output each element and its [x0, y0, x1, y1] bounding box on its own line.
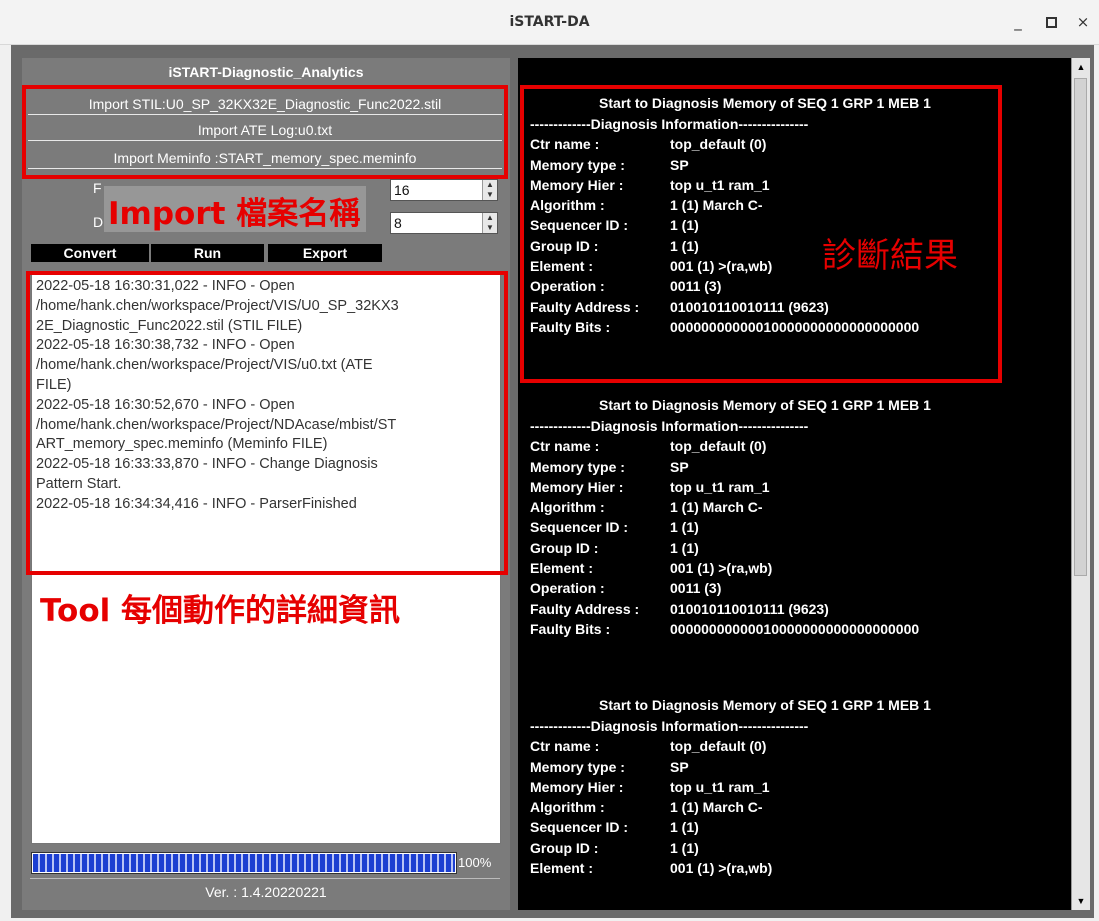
field-label-2: D [93, 214, 104, 230]
result-row: Element : 001 (1) >(ra,wb) [530, 558, 1000, 578]
result-row: Group ID : 1 (1) [530, 838, 1000, 858]
progress-bar [31, 852, 457, 874]
result-row: Operation : 0011 (3) [530, 578, 1000, 598]
result-row: Algorithm : 1 (1) March C- [530, 797, 1000, 817]
result-row: Element : 001 (1) >(ra,wb) [530, 858, 1000, 878]
result-value: 1 (1) [670, 519, 699, 536]
scroll-up-icon[interactable]: ▲ [1073, 59, 1089, 75]
spin-arrows-icon[interactable]: ▲ ▼ [482, 180, 497, 200]
scroll-down-icon[interactable]: ▼ [1073, 893, 1089, 909]
result-key: Element : [530, 560, 594, 577]
result-key: Memory type : [530, 458, 625, 475]
maximize-icon [1045, 17, 1057, 28]
result-row: Faulty Bits : 000000000000100000000000000… [530, 619, 1000, 639]
result-header: Start to Diagnosis Memory of SEQ 1 GRP 1… [599, 697, 931, 713]
diagnosis-result-block: Start to Diagnosis Memory of SEQ 1 GRP 1… [530, 394, 1000, 639]
scroll-thumb[interactable] [1074, 78, 1087, 576]
result-value: 00000000000010000000000000000000 [670, 620, 920, 637]
import-highlight-box [22, 85, 508, 179]
result-header: Start to Diagnosis Memory of SEQ 1 GRP 1… [599, 397, 931, 413]
window-titlebar: iSTART-DA _ × [0, 0, 1099, 45]
result-annotation: 診斷結果 [822, 236, 958, 276]
result-value: 1 (1) [670, 839, 699, 856]
spinbox-2[interactable]: 8 ▲ ▼ [390, 212, 498, 234]
result-value: 010010110010111 (9623) [670, 600, 829, 617]
result-key: Ctr name : [530, 738, 600, 755]
result-row: Memory Hier : top u_t1 ram_1 [530, 477, 1000, 497]
result-separator: -------------Diagnosis Information------… [530, 718, 809, 734]
result-value: top u_t1 ram_1 [670, 778, 770, 795]
result-value: 1 (1) March C- [670, 499, 763, 516]
result-row: Memory Hier : top u_t1 ram_1 [530, 777, 1000, 797]
result-row: Sequencer ID : 1 (1) [530, 817, 1000, 837]
diagnosis-result-block: Start to Diagnosis Memory of SEQ 1 GRP 1… [530, 694, 1000, 878]
spin-arrows-icon[interactable]: ▲ ▼ [482, 213, 497, 233]
result-key: Faulty Bits : [530, 620, 611, 637]
progress-percent: 100% [458, 855, 492, 870]
spinbox-2-value: 8 [394, 215, 402, 231]
convert-button[interactable]: Convert [31, 244, 149, 262]
result-row: Ctr name : top_default (0) [530, 736, 1000, 756]
result-value: 1 (1) [670, 539, 699, 556]
field-label-1: F [93, 180, 102, 196]
divider [30, 878, 500, 879]
result-value: SP [670, 758, 689, 775]
result-value: 1 (1) March C- [670, 799, 763, 816]
run-button[interactable]: Run [151, 244, 264, 262]
import-annotation: Import 檔案名稱 [108, 196, 361, 232]
result-key: Ctr name : [530, 438, 600, 455]
result-key: Operation : [530, 580, 605, 597]
result-value: 1 (1) [670, 819, 699, 836]
maximize-button[interactable] [1039, 10, 1063, 34]
log-highlight-box [26, 271, 508, 575]
result-key: Sequencer ID : [530, 519, 629, 536]
result-row: Ctr name : top_default (0) [530, 436, 1000, 456]
result-key: Faulty Address : [530, 600, 640, 617]
results-scrollbar[interactable]: ▲ ▼ [1071, 58, 1090, 910]
result-value: top_default (0) [670, 438, 767, 455]
log-annotation: Tool 每個動作的詳細資訊 [40, 593, 401, 629]
result-key: Memory Hier : [530, 778, 624, 795]
result-row: Memory type : SP [530, 457, 1000, 477]
export-button[interactable]: Export [268, 244, 382, 262]
spinbox-1-value: 16 [394, 182, 410, 198]
result-key: Memory type : [530, 758, 625, 775]
window-title: iSTART-DA [509, 14, 590, 30]
minimize-button[interactable]: _ [1006, 10, 1030, 34]
result-row: Algorithm : 1 (1) March C- [530, 497, 1000, 517]
result-row: Memory type : SP [530, 757, 1000, 777]
result-key: Memory Hier : [530, 478, 624, 495]
result-row: Faulty Address : 010010110010111 (9623) [530, 599, 1000, 619]
result-value: 001 (1) >(ra,wb) [670, 560, 773, 577]
result-value: 001 (1) >(ra,wb) [670, 860, 773, 877]
result-row: Group ID : 1 (1) [530, 538, 1000, 558]
result-key: Group ID : [530, 839, 599, 856]
close-button[interactable]: × [1071, 10, 1095, 34]
result-row: Sequencer ID : 1 (1) [530, 517, 1000, 537]
result-key: Algorithm : [530, 799, 605, 816]
result-key: Group ID : [530, 539, 599, 556]
version-label: Ver. : 1.4.20220221 [205, 884, 327, 900]
app-panel-title: iSTART-Diagnostic_Analytics [168, 64, 364, 80]
progress-fill [33, 854, 455, 872]
result-key: Sequencer ID : [530, 819, 629, 836]
spinbox-1[interactable]: 16 ▲ ▼ [390, 179, 498, 201]
result-value: top u_t1 ram_1 [670, 478, 770, 495]
result-value: SP [670, 458, 689, 475]
result-key: Algorithm : [530, 499, 605, 516]
result-separator: -------------Diagnosis Information------… [530, 418, 809, 434]
result-value: 0011 (3) [670, 580, 722, 597]
result-value: top_default (0) [670, 738, 767, 755]
result-key: Element : [530, 860, 594, 877]
